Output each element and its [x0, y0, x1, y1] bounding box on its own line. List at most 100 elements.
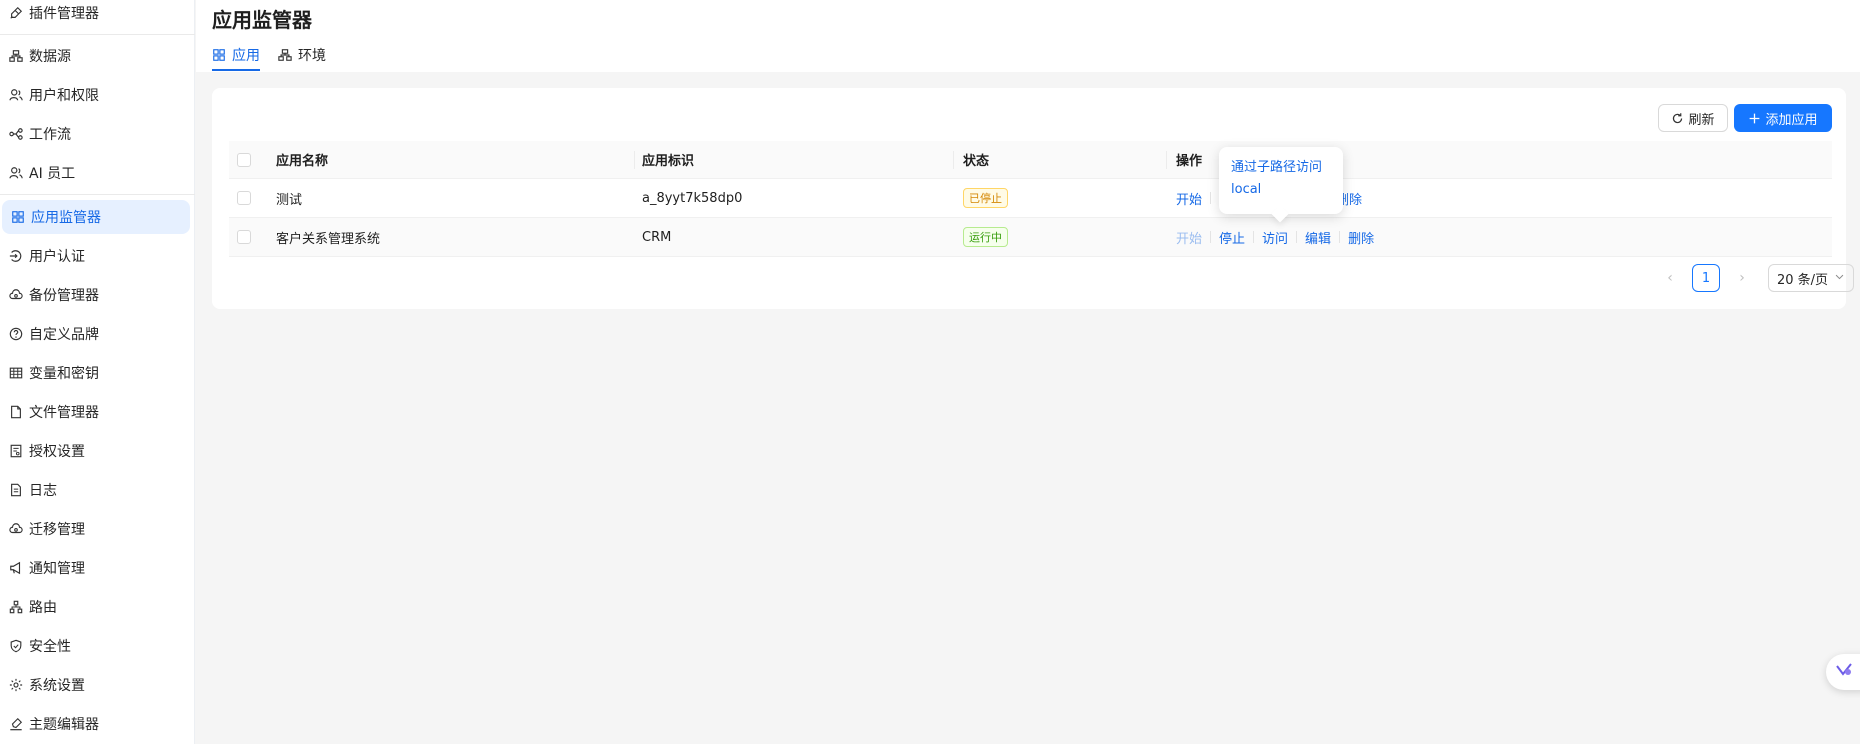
app-name: 客户关系管理系统 [276, 231, 381, 247]
license-icon [9, 444, 23, 458]
sidebar-item-workflow[interactable]: 工作流 [0, 117, 191, 151]
table-row: 测试 a_8yyt7k58dp0 已停止 开始 删除 [229, 179, 1832, 218]
app-id: CRM [642, 229, 672, 245]
visit-local-link[interactable]: local [1231, 179, 1331, 201]
sidebar-item-backup-manager[interactable]: 备份管理器 [0, 278, 191, 312]
page-size-select[interactable]: 20 条/页 [1768, 264, 1854, 292]
tab-bar: 应用 环境 [212, 40, 344, 71]
tab-label: 环境 [298, 48, 326, 64]
sidebar-item-routes[interactable]: 路由 [0, 590, 191, 624]
sidebar-item-label: 系统设置 [29, 678, 85, 694]
sidebar-item-label: 数据源 [29, 49, 71, 65]
sidebar-item-label: 主题编辑器 [29, 717, 99, 733]
tab-label: 应用 [232, 48, 260, 64]
page-size-label: 20 条/页 [1777, 272, 1829, 288]
prev-page-icon[interactable]: ‹ [1656, 264, 1684, 292]
actions-cell: 开始 停止 访问 编辑 删除 [1176, 218, 1374, 256]
column-header: 应用名称 [276, 154, 329, 169]
environment-icon [278, 48, 292, 62]
divider [0, 34, 195, 35]
sidebar-item-variables-secrets[interactable]: 变量和密钥 [0, 356, 191, 390]
divider [1166, 151, 1167, 169]
brush-icon [9, 717, 23, 731]
page-number[interactable]: 1 [1692, 264, 1720, 292]
page-title: 应用监管器 [212, 8, 312, 32]
add-app-button[interactable]: 添加应用 [1734, 104, 1832, 132]
visit-subpath-link[interactable]: 通过子路径访问 [1231, 157, 1331, 179]
select-all-cell [237, 141, 251, 178]
sidebar-item-label: 备份管理器 [29, 288, 99, 304]
app-id: a_8yyt7k58dp0 [642, 190, 743, 206]
megaphone-icon [9, 561, 23, 575]
sidebar-item-label: 工作流 [29, 127, 71, 143]
shield-icon [9, 639, 23, 653]
sidebar-item-label: 用户认证 [29, 249, 85, 265]
sidebar-item-theme-editor[interactable]: 主题编辑器 [0, 707, 191, 741]
plus-icon [1748, 112, 1761, 125]
refresh-button[interactable]: 刷新 [1658, 104, 1728, 132]
sidebar-item-logs[interactable]: 日志 [0, 473, 191, 507]
sidebar-item-label: 日志 [29, 483, 57, 499]
sidebar-item-plugin-manager[interactable]: 插件管理器 [0, 0, 191, 30]
sidebar-item-ai-employee[interactable]: AI 员工 [0, 156, 191, 190]
divider [0, 194, 195, 195]
select-all-checkbox[interactable] [237, 152, 251, 167]
divider [1210, 192, 1212, 204]
assistant-float-button[interactable] [1826, 654, 1860, 690]
divider [1253, 231, 1255, 243]
sidebar-item-label: 自定义品牌 [29, 327, 99, 343]
file-icon [9, 405, 23, 419]
plug-icon [9, 6, 23, 20]
sidebar-item-label: 插件管理器 [29, 6, 99, 22]
edit-action[interactable]: 编辑 [1305, 228, 1331, 247]
cloud-backup-icon [9, 288, 23, 302]
sidebar-item-migration[interactable]: 迁移管理 [0, 512, 191, 546]
row-checkbox[interactable] [237, 230, 251, 244]
sidebar-item-system-settings[interactable]: 系统设置 [0, 668, 191, 702]
start-action[interactable]: 开始 [1176, 189, 1202, 208]
users-icon [9, 88, 23, 102]
start-action[interactable]: 开始 [1176, 228, 1202, 247]
tab-environment[interactable]: 环境 [278, 40, 326, 70]
divider [1296, 231, 1298, 243]
divider [1210, 231, 1212, 243]
sidebar-item-app-supervisor[interactable]: 应用监管器 [2, 200, 190, 234]
reload-icon [1671, 112, 1684, 125]
tab-apps[interactable]: 应用 [212, 40, 260, 71]
pagination: ‹ 1 › 20 条/页 [1656, 264, 1854, 292]
sidebar-item-label: 应用监管器 [31, 210, 101, 226]
sidebar-item-label: 文件管理器 [29, 405, 99, 421]
add-label: 添加应用 [1765, 112, 1818, 128]
sidebar-item-label: 安全性 [29, 639, 71, 655]
visit-action[interactable]: 访问 [1262, 228, 1288, 247]
sidebar-item-user-auth[interactable]: 用户认证 [0, 239, 191, 273]
column-header: 应用标识 [642, 154, 695, 169]
status-badge: 运行中 [963, 227, 1008, 247]
apps-table: 应用名称 应用标识 状态 操作 测试 a_8yyt7k58dp0 已停止 开始 … [229, 141, 1832, 257]
row-select-cell [237, 218, 251, 256]
sidebar: 插件管理器 数据源 用户和权限 工作流 AI 员工 应用监管器 用户认证 备份管… [0, 0, 195, 744]
sidebar-item-label: 用户和权限 [29, 88, 99, 104]
sidebar-item-label: 授权设置 [29, 444, 85, 460]
apps-icon [212, 48, 226, 62]
sidebar-item-license[interactable]: 授权设置 [0, 434, 191, 468]
delete-action[interactable]: 删除 [1348, 228, 1374, 247]
sidebar-item-label: 路由 [29, 600, 57, 616]
row-checkbox[interactable] [237, 191, 251, 205]
help-circle-icon [9, 327, 23, 341]
table-row: 客户关系管理系统 CRM 运行中 开始 停止 访问 编辑 删除 [229, 218, 1832, 257]
sidebar-item-custom-brand[interactable]: 自定义品牌 [0, 317, 191, 351]
divider [634, 151, 635, 169]
sidebar-item-file-manager[interactable]: 文件管理器 [0, 395, 191, 429]
sidebar-item-notifications[interactable]: 通知管理 [0, 551, 191, 585]
stop-action[interactable]: 停止 [1219, 228, 1245, 247]
workflow-icon [9, 127, 23, 141]
status-badge: 已停止 [963, 188, 1008, 208]
apps-icon [11, 210, 25, 224]
gear-icon [9, 678, 23, 692]
sidebar-item-datasource[interactable]: 数据源 [0, 39, 191, 73]
sidebar-item-users-permissions[interactable]: 用户和权限 [0, 78, 191, 112]
sidebar-item-security[interactable]: 安全性 [0, 629, 191, 663]
assistant-icon [1834, 660, 1854, 684]
next-page-icon[interactable]: › [1728, 264, 1756, 292]
